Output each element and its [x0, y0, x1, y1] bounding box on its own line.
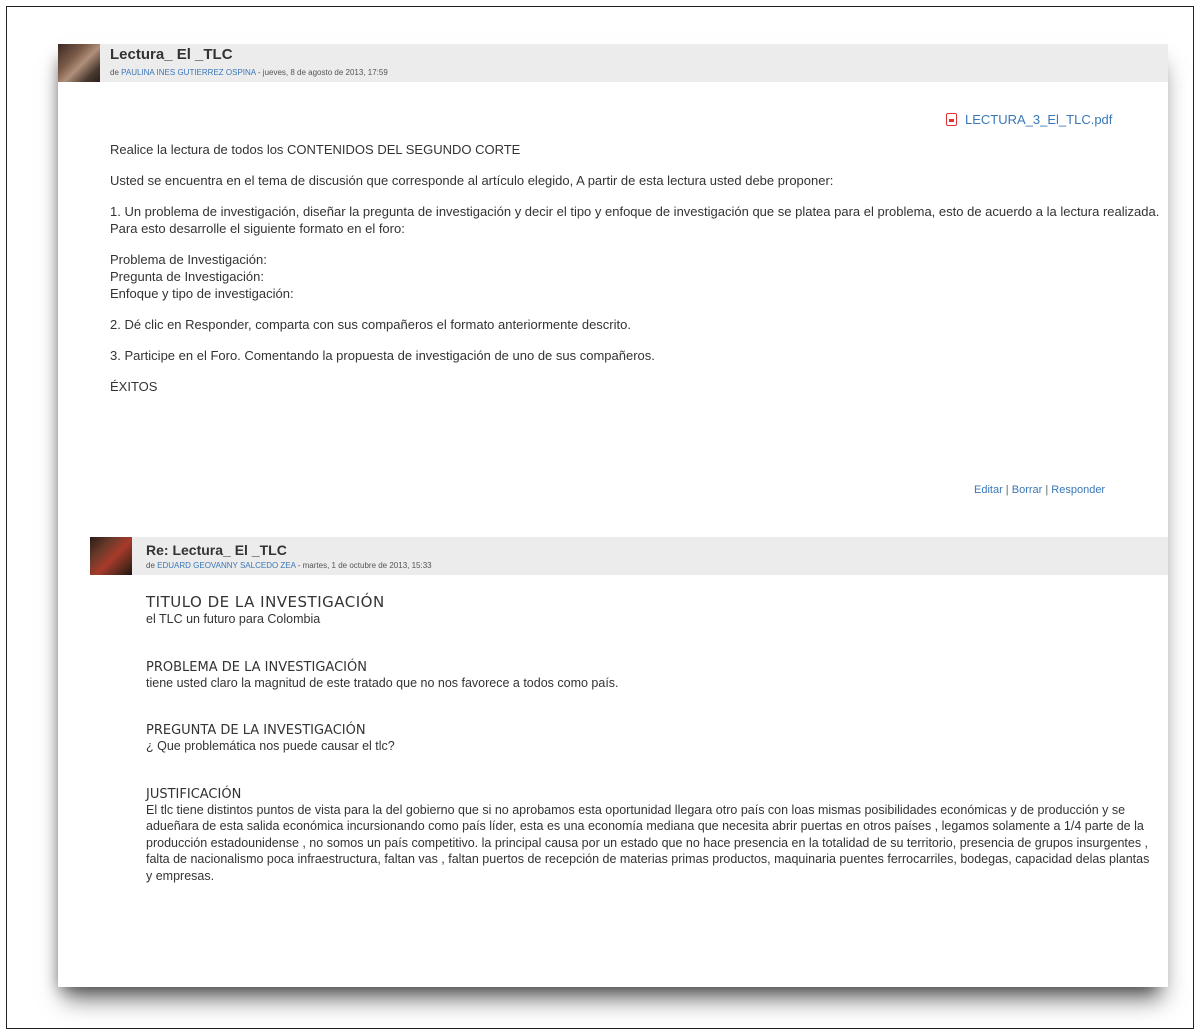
post-body: Realice la lectura de todos los CONTENID… — [110, 141, 1166, 409]
post-paragraph: 1. Un problema de investigación, diseñar… — [110, 204, 1160, 236]
reply-date: - martes, 1 de octubre de 2013, 15:33 — [295, 561, 432, 570]
problem-heading: PROBLEMA DE LA INVESTIGACIÓN — [146, 659, 367, 675]
reply-body: TITULO DE LA INVESTIGACIÓN el TLC un fut… — [146, 593, 1156, 884]
reply-subject: Re: Lectura_ El _TLC — [146, 542, 287, 558]
byline-prefix: de — [146, 561, 158, 570]
post-paragraph: Realice la lectura de todos los CONTENID… — [110, 142, 521, 157]
post-author-link[interactable]: PAULINA INES GUTIERREZ OSPINA — [121, 68, 256, 77]
attachment-link[interactable]: LECTURA_3_El_TLC.pdf — [946, 112, 1112, 127]
delete-link[interactable]: Borrar — [1012, 484, 1043, 496]
title-text: el TLC un futuro para Colombia — [146, 612, 321, 626]
format-line: Problema de Investigación: — [110, 252, 267, 267]
command-separator: | — [1042, 484, 1052, 496]
post-byline: de PAULINA INES GUTIERREZ OSPINA - jueve… — [110, 68, 388, 77]
question-heading: PREGUNTA DE LA INVESTIGACIÓN — [146, 723, 366, 738]
problem-text: tiene usted claro la magnitud de este tr… — [146, 675, 619, 690]
post-date: - jueves, 8 de agosto de 2013, 17:59 — [255, 68, 388, 77]
title-heading: TITULO DE LA INVESTIGACIÓN — [146, 593, 385, 611]
format-line: Enfoque y tipo de investigación: — [110, 286, 294, 301]
post-paragraph: Usted se encuentra en el tema de discusi… — [110, 173, 834, 188]
edit-link[interactable]: Editar — [974, 484, 1003, 496]
post-commands: Editar | Borrar | Responder — [974, 484, 1105, 496]
attachment-name: LECTURA_3_El_TLC.pdf — [965, 112, 1113, 127]
reply-author-avatar[interactable] — [90, 537, 132, 575]
justification-text: El tlc tiene distintos puntos de vista p… — [146, 802, 1150, 883]
pdf-icon — [946, 113, 957, 126]
closing-text: ÉXITOS — [110, 379, 158, 394]
post-subject: Lectura_ El _TLC — [110, 46, 233, 63]
byline-prefix: de — [110, 68, 122, 77]
justification-heading: JUSTIFICACIÓN — [146, 786, 242, 802]
question-text: ¿ Que problemática nos puede causar el t… — [146, 739, 395, 753]
command-separator: | — [1002, 484, 1012, 496]
forum-discussion: Lectura_ El _TLC de PAULINA INES GUTIERR… — [58, 40, 1168, 987]
author-avatar[interactable] — [58, 44, 100, 82]
format-line: Pregunta de Investigación: — [110, 269, 264, 284]
reply-byline: de EDUARD GEOVANNY SALCEDO ZEA - martes,… — [146, 561, 432, 570]
step-3: 3. Participe en el Foro. Comentando la p… — [110, 348, 655, 363]
step-2: 2. Dé clic en Responder, comparta con su… — [110, 317, 631, 332]
format-list: Problema de Investigación: Pregunta de I… — [110, 251, 1166, 302]
reply-link[interactable]: Responder — [1051, 484, 1105, 496]
reply-author-link[interactable]: EDUARD GEOVANNY SALCEDO ZEA — [157, 561, 295, 570]
